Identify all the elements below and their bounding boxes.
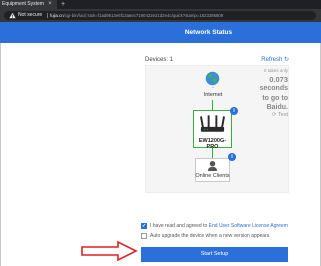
license-agreement-prefix: I have read and agreed to	[150, 223, 209, 229]
url-host: fujia.cn	[50, 13, 64, 18]
browser-toolbar: Not secure fujia.cn/cgi-bin/luci/;stok=f…	[0, 9, 321, 22]
speed-note: It takes only	[263, 68, 288, 73]
devices-count: Devices: 1	[145, 57, 174, 63]
speed-test-button[interactable]: ⟳ Test	[268, 112, 288, 118]
internet-label: Internet	[203, 92, 223, 98]
user-icon	[207, 160, 218, 172]
red-arrow-annotation-icon	[81, 240, 138, 262]
address-divider	[47, 13, 48, 18]
start-setup-button[interactable]: Start Setup	[141, 247, 288, 262]
browser-tab-title: Equipment System	[2, 1, 44, 7]
address-bar[interactable]: Not secure fujia.cn/cgi-bin/luci/;stok=f…	[4, 11, 316, 20]
tab-close-icon[interactable]: ×	[47, 0, 53, 9]
license-agreement-checkbox[interactable]: ✓	[141, 223, 147, 229]
clients-info-icon[interactable]: i	[228, 153, 236, 161]
router-info-icon[interactable]: i	[230, 107, 238, 115]
not-secure-label: Not secure	[18, 12, 43, 18]
clients-link-line	[212, 148, 213, 158]
speed-unit: seconds	[259, 85, 288, 92]
internet-link-line	[212, 100, 213, 110]
online-clients-label: Online Clients	[195, 173, 230, 179]
url-path: /cgi-bin/luci/;stok=f1ad9513e6f13a6ec719…	[63, 13, 224, 18]
speed-destination-line-2: Baidu.	[266, 104, 288, 111]
new-tab-icon[interactable]: +	[59, 0, 67, 9]
router-icon	[200, 115, 225, 132]
url-text[interactable]: fujia.cn/cgi-bin/luci/;stok=f1ad9513e6f1…	[50, 11, 312, 20]
app-header: Network Status	[0, 22, 321, 43]
auto-upgrade-checkbox[interactable]	[141, 233, 147, 239]
auto-upgrade-label: Auto upgrade the device when a new versi…	[150, 233, 271, 239]
browser-tab-bar: Equipment System × +	[0, 0, 321, 9]
license-agreement-row: ✓ I have read and agreed to End User Sof…	[141, 222, 321, 230]
refresh-button[interactable]: Refresh ↻	[261, 55, 289, 65]
auto-upgrade-row: Auto upgrade the device when a new versi…	[141, 232, 321, 240]
warning-triangle-icon	[9, 12, 16, 19]
devices-header: Devices: 1 Refresh ↻	[145, 55, 289, 65]
internet-status: -	[212, 85, 214, 91]
speed-value: 0.073	[269, 75, 288, 84]
page-title: Network Status	[184, 29, 233, 36]
globe-icon	[205, 71, 220, 86]
license-agreement-link[interactable]: End User Software License Agreem	[209, 223, 288, 229]
license-agreement-text: I have read and agreed to End User Softw…	[150, 222, 288, 230]
speed-destination-line-1: to go to	[262, 95, 288, 102]
